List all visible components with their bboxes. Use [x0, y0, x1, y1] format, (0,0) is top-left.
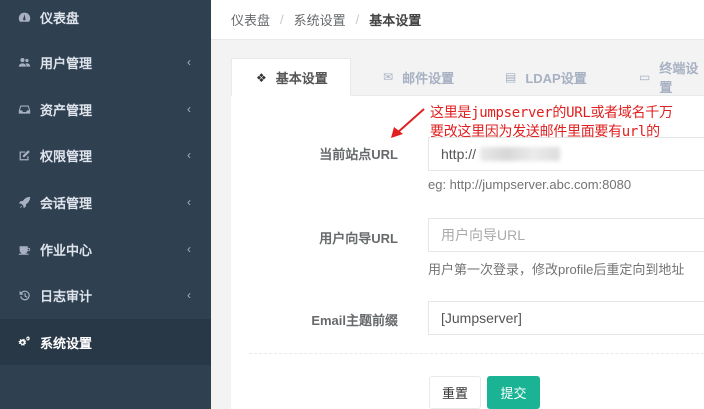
breadcrumb-separator: / [280, 12, 284, 27]
annotation-arrow-icon [391, 108, 425, 138]
settings-tabs: ❖ 基本设置 ✉ 邮件设置 ▤ LDAP设置 ▭ 终端设置 [231, 58, 704, 97]
dashboard-icon [17, 10, 31, 24]
user-guide-url-label: 用户向导URL [319, 231, 398, 246]
breadcrumb-current: 基本设置 [369, 13, 422, 28]
submit-button[interactable]: 提交 [487, 376, 540, 409]
sidebar-item-label: 会话管理 [40, 195, 93, 211]
sidebar-item-label: 作业中心 [40, 242, 93, 258]
edit-icon [17, 148, 31, 162]
tab-terminal-settings[interactable]: ▭ 终端设置 [639, 58, 704, 96]
sidebar-item-label: 资产管理 [40, 102, 93, 118]
chevron-left-icon: ‹ [187, 288, 191, 302]
annotation-line: 要改这里因为发送邮件里面要有url的 [430, 124, 660, 140]
tab-label: 终端设置 [659, 61, 699, 95]
sidebar-item-assets[interactable]: 资产管理 ‹ [0, 86, 211, 132]
sidebar-item-users[interactable]: 用户管理 ‹ [0, 39, 211, 85]
breadcrumb: 仪表盘 / 系统设置 / 基本设置 [211, 0, 704, 40]
sidebar-item-label: 仪表盘 [40, 10, 80, 26]
form-divider [249, 353, 704, 354]
annotation-note: 这里是jumpserver的URL或者域名千万 要改这里因为发送邮件里面要有ur… [430, 104, 704, 142]
site-url-value: http:// [441, 146, 477, 162]
coffee-icon [17, 242, 31, 256]
envelope-icon: ✉ [383, 70, 394, 84]
site-url-help: eg: http://jumpserver.abc.com:8080 [428, 177, 632, 192]
sidebar-item-audit[interactable]: 日志审计 ‹ [0, 272, 211, 318]
site-url-input[interactable]: http:// [428, 137, 704, 171]
breadcrumb-separator: / [355, 12, 360, 27]
email-prefix-input[interactable]: [Jumpserver] [428, 301, 704, 335]
sidebar: 仪表盘 用户管理 ‹ 资产管理 ‹ 权限管理 ‹ 会话管理 ‹ 作业中心 ‹ 日… [0, 0, 211, 409]
chevron-left-icon: ‹ [187, 102, 191, 116]
sidebar-item-dashboard[interactable]: 仪表盘 [0, 0, 211, 40]
chevron-left-icon: ‹ [187, 148, 191, 162]
cogs-icon [17, 335, 31, 349]
breadcrumb-item-settings[interactable]: 系统设置 [294, 10, 346, 29]
email-prefix-label: Email主题前缀 [311, 313, 398, 328]
sidebar-item-label: 权限管理 [40, 148, 93, 164]
site-url-label: 当前站点URL [319, 147, 398, 162]
tab-label: LDAP设置 [525, 70, 587, 86]
chevron-left-icon: ‹ [187, 55, 191, 69]
annotation-line: 这里是jumpserver的URL或者域名千万 [430, 105, 673, 121]
hdd-icon: ▭ [639, 70, 651, 84]
cubes-icon: ❖ [256, 70, 267, 85]
sidebar-item-permissions[interactable]: 权限管理 ‹ [0, 132, 211, 178]
tab-label: 基本设置 [275, 71, 328, 86]
sidebar-item-jobs[interactable]: 作业中心 ‹ [0, 226, 211, 272]
tab-label: 邮件设置 [402, 70, 455, 86]
tab-ldap-settings[interactable]: ▤ LDAP设置 [505, 58, 587, 96]
chevron-left-icon: ‹ [187, 195, 191, 209]
reset-button[interactable]: 重置 [429, 376, 481, 409]
breadcrumb-item-dashboard[interactable]: 仪表盘 [231, 10, 270, 29]
rocket-icon [17, 195, 31, 209]
user-guide-url-help: 用户第一次登录，修改profile后重定向到地址 [428, 262, 685, 277]
user-guide-url-input[interactable]: 用户向导URL [428, 218, 704, 252]
tab-basic-settings[interactable]: ❖ 基本设置 [231, 58, 351, 97]
sidebar-item-label: 日志审计 [40, 288, 93, 304]
sidebar-item-label: 系统设置 [40, 335, 93, 351]
database-icon: ▤ [505, 70, 517, 84]
sidebar-item-settings[interactable]: 系统设置 [0, 319, 211, 365]
tab-email-settings[interactable]: ✉ 邮件设置 [383, 58, 454, 96]
sidebar-item-sessions[interactable]: 会话管理 ‹ [0, 179, 211, 225]
users-icon [17, 55, 31, 69]
sidebar-item-label: 用户管理 [40, 55, 93, 71]
redacted-value [480, 147, 561, 161]
chevron-left-icon: ‹ [187, 242, 191, 256]
inbox-icon [17, 102, 31, 116]
history-icon [17, 288, 31, 302]
